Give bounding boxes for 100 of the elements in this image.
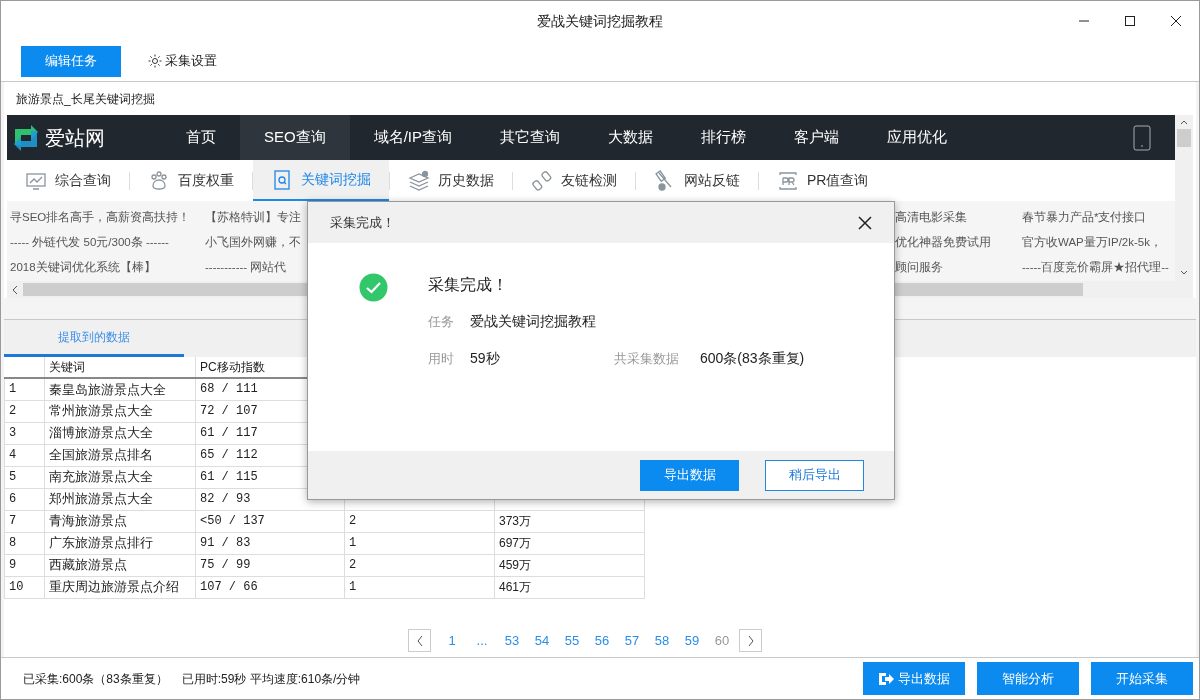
field-value: 爱战关键词挖掘教程 (470, 312, 597, 331)
scroll-left-icon[interactable] (11, 284, 19, 295)
ad-link[interactable]: 高清电影采集 (895, 207, 967, 227)
nav-item[interactable]: 其它查询 (476, 115, 585, 160)
field-value: 600条(83条重复) (700, 349, 805, 368)
ad-link[interactable]: 春节暴力产品*支付接口 (1022, 207, 1147, 227)
export-icon (878, 670, 894, 687)
table-cell: 697万 (494, 532, 645, 554)
table-cell: 广东旅游景点排行 (44, 532, 196, 554)
table-cell: 郑州旅游景点大全 (44, 488, 196, 510)
paw-icon (148, 169, 170, 192)
field-label: 用时 (428, 349, 455, 368)
status-button[interactable]: 开始采集 (1091, 662, 1193, 695)
table-cell: 75 / 99 (195, 554, 345, 576)
status-button[interactable]: 导出数据 (863, 662, 965, 695)
row-number: 10 (4, 576, 45, 598)
page-link[interactable]: 1 (437, 630, 467, 651)
row-number: 3 (4, 422, 45, 444)
page-link[interactable]: 56 (587, 630, 617, 651)
table-cell: 青海旅游景点 (44, 510, 196, 532)
nav-item[interactable]: 客户端 (770, 115, 864, 160)
row-number: 9 (4, 554, 45, 576)
dialog-title: 采集完成！ (330, 213, 395, 232)
table-cell: 秦皇岛旅游景点大全 (44, 378, 196, 400)
ad-link[interactable]: ----- 外链代发 50元/300条 ------ (10, 232, 169, 252)
vertical-scrollbar[interactable] (1175, 115, 1193, 298)
collected-count: 已采集:600条（83条重复） (23, 670, 168, 688)
row-number: 8 (4, 532, 45, 554)
sub-tab[interactable]: 百度权重 (130, 160, 252, 201)
nav-item[interactable]: 首页 (162, 115, 240, 160)
table-cell: 全国旅游景点排名 (44, 444, 196, 466)
row-number: 2 (4, 400, 45, 422)
row-number: 5 (4, 466, 45, 488)
settings-icon (147, 53, 163, 69)
page-link[interactable]: 59 (677, 630, 707, 651)
status-button[interactable]: 智能分析 (977, 662, 1079, 695)
ad-link[interactable]: 顾问服务 (895, 257, 943, 277)
table-cell: 91 / 83 (195, 532, 345, 554)
table-cell: 重庆周边旅游景点介绍 (44, 576, 196, 598)
page-link[interactable]: 57 (617, 630, 647, 651)
chain-link-icon (531, 169, 553, 192)
table-cell: 淄博旅游景点大全 (44, 422, 196, 444)
nav-item[interactable]: 大数据 (584, 115, 678, 160)
table-cell: 373万 (494, 510, 645, 532)
ad-link[interactable]: 寻SEO排名高手，高薪资高扶持！ (10, 207, 191, 227)
pr-icon (777, 169, 799, 192)
table-cell: 459万 (494, 554, 645, 576)
nav-item[interactable]: 域名/IP查询 (349, 115, 477, 160)
sub-tab[interactable]: 友链检测 (513, 160, 635, 201)
table-cell: <50 / 137 (195, 510, 345, 532)
sub-tab[interactable]: 网站反链 (636, 160, 758, 201)
ad-link[interactable]: 官方收WAP量万IP/2k-5k， (1022, 232, 1162, 252)
scroll-thumb[interactable] (1177, 129, 1191, 147)
page-link[interactable]: 53 (497, 630, 527, 651)
dialog-button[interactable]: 导出数据 (640, 459, 739, 491)
site-logo: 爱站网 (45, 125, 105, 151)
page-link[interactable]: ... (467, 630, 497, 651)
sub-tab[interactable]: PR值查询 (759, 160, 887, 201)
ad-link[interactable]: 小飞国外网赚，不 (205, 232, 301, 252)
sub-tab[interactable]: 历史数据 (390, 160, 512, 201)
field-value: 59秒 (470, 349, 501, 368)
column-header[interactable]: 关键词 (44, 357, 196, 378)
dialog-button[interactable]: 稍后导出 (765, 459, 864, 491)
close-icon[interactable] (858, 215, 872, 230)
table-cell: 2 (344, 554, 495, 576)
edit-task-button[interactable]: 编辑任务 (21, 45, 121, 77)
tablet-icon (1133, 124, 1151, 151)
nav-item[interactable]: 排行榜 (677, 115, 771, 160)
ad-link[interactable]: 优化神器免费试用 (895, 232, 991, 252)
page-link[interactable]: 58 (647, 630, 677, 651)
page-link[interactable]: 55 (557, 630, 587, 651)
timing-info: 已用时:59秒 平均速度:610条/分钟 (181, 670, 361, 688)
search-icon (271, 168, 293, 191)
table-cell: 1 (344, 532, 495, 554)
table-cell: 107 / 66 (195, 576, 345, 598)
ad-link[interactable]: 【苏格特训】专注 (205, 207, 301, 227)
table-cell: 461万 (494, 576, 645, 598)
ad-link[interactable]: -----百度竞价霸屏★招代理-- (1022, 257, 1169, 277)
table-cell: 常州旅游景点大全 (44, 400, 196, 422)
stack-icon (408, 169, 430, 192)
next-page-button[interactable] (739, 629, 762, 652)
field-label: 任务 (428, 312, 455, 331)
window-title: 爱战关键词挖掘教程 (537, 11, 663, 31)
dialog-heading: 采集完成！ (428, 275, 509, 295)
table-cell: 南充旅游景点大全 (44, 466, 196, 488)
table-cell: 2 (344, 510, 495, 532)
row-number: 7 (4, 510, 45, 532)
table-cell: 1 (344, 576, 495, 598)
chevron-right-icon (746, 634, 755, 647)
chevron-left-icon (415, 634, 424, 647)
settings-link[interactable]: 采集设置 (147, 51, 217, 71)
ad-link[interactable]: 2018关键词优化系统【棒】 (10, 257, 156, 277)
ad-link[interactable]: ----------- 网站代 (205, 257, 287, 277)
nav-item[interactable]: 应用优化 (863, 115, 972, 160)
nav-item[interactable]: SEO查询 (240, 115, 350, 160)
field-label: 共采集数据 (614, 349, 680, 368)
sub-tab[interactable]: 综合查询 (7, 160, 129, 201)
prev-page-button[interactable] (408, 629, 431, 652)
row-number: 1 (4, 378, 45, 400)
page-link[interactable]: 54 (527, 630, 557, 651)
